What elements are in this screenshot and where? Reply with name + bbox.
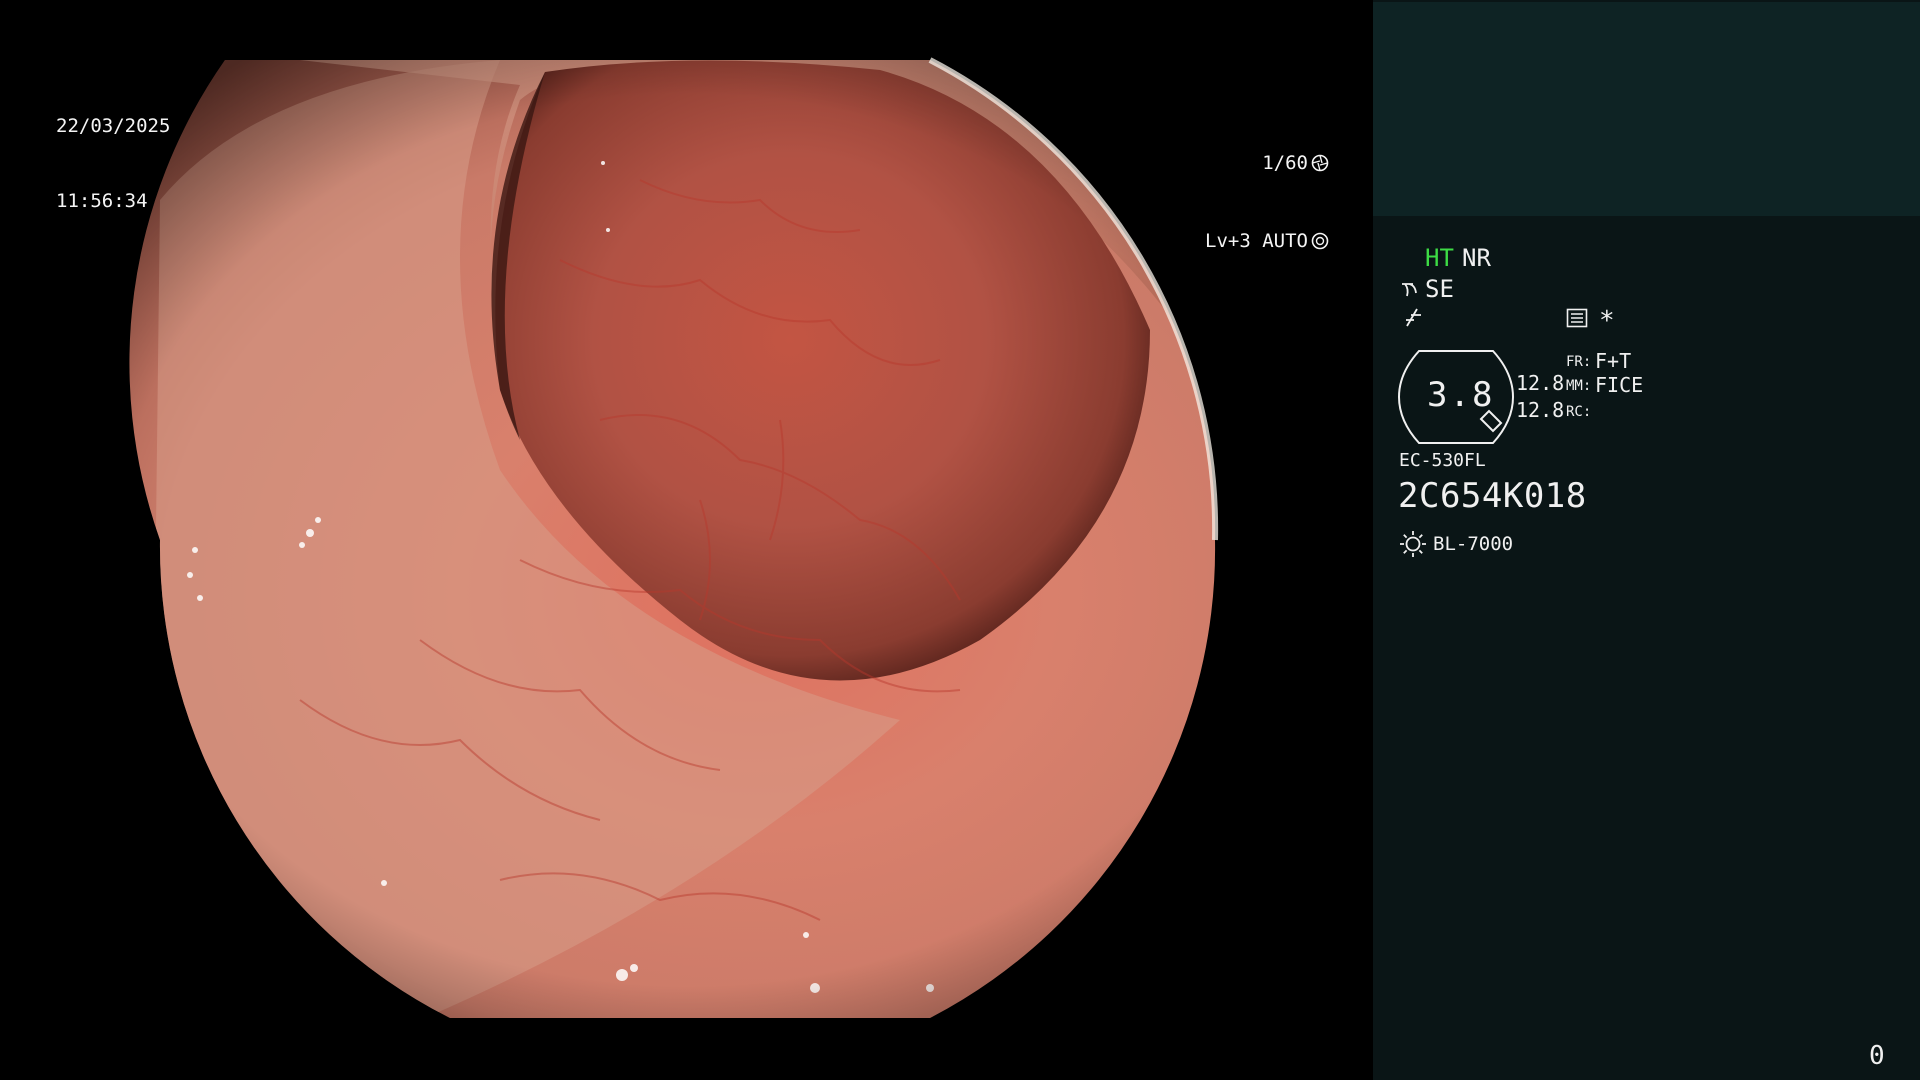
ht-mode-indicator: HT (1425, 244, 1454, 272)
setting-value-b: 12.8 (1516, 398, 1565, 422)
mm-label: MM: (1566, 378, 1592, 394)
structure-enhancement-row: SE (1401, 275, 1454, 303)
fr-value: F+T (1595, 349, 1632, 373)
scope-serial-text: 2C654K018 (1398, 476, 1587, 516)
shutter-icon (1311, 154, 1329, 172)
panel-header-area (1373, 2, 1920, 216)
exposure-readout: 1/60 Lv+3 AUTO (1205, 99, 1329, 305)
menu-icon (1566, 308, 1588, 328)
light-source-row: BL-7000 (1399, 530, 1513, 558)
status-side-panel: HT NR SE * 3.8 12.8 12.8 FR: MM: RC: F+T… (1373, 0, 1920, 1080)
star-marker: * (1599, 306, 1615, 336)
iris-icon (1311, 232, 1329, 250)
shutter-speed-text: 1/60 (1262, 151, 1308, 174)
time-text: 11:56:34 (56, 190, 148, 212)
endoscope-video-view: 22/03/2025 11:56:34 1/60 Lv+3 AUTO (0, 0, 1373, 1080)
date-text: 22/03/2025 (56, 115, 171, 137)
light-bulb-icon (1400, 531, 1426, 557)
colon-lumen-image (129, 57, 1219, 1018)
endoscopy-monitor: 22/03/2025 11:56:34 1/60 Lv+3 AUTO HT NR… (0, 0, 1920, 1080)
setting-value-a: 12.8 (1516, 371, 1565, 395)
iris-level-text: Lv+3 AUTO (1205, 229, 1308, 252)
date-time-readout: 22/03/2025 11:56:34 (56, 64, 170, 264)
flag-icon (1406, 308, 1421, 327)
mm-value: FICE (1595, 373, 1644, 397)
fr-label: FR: (1566, 354, 1592, 370)
frame-counter: 0 (1869, 1041, 1885, 1071)
scope-model-text: EC-530FL (1399, 450, 1486, 471)
rc-label: RC: (1566, 404, 1592, 420)
se-label: SE (1425, 275, 1454, 303)
nr-mode-indicator: NR (1462, 244, 1491, 272)
light-source-model: BL-7000 (1433, 533, 1514, 555)
scope-angle-icon (1402, 283, 1417, 297)
zoom-value: 3.8 (1427, 375, 1495, 415)
